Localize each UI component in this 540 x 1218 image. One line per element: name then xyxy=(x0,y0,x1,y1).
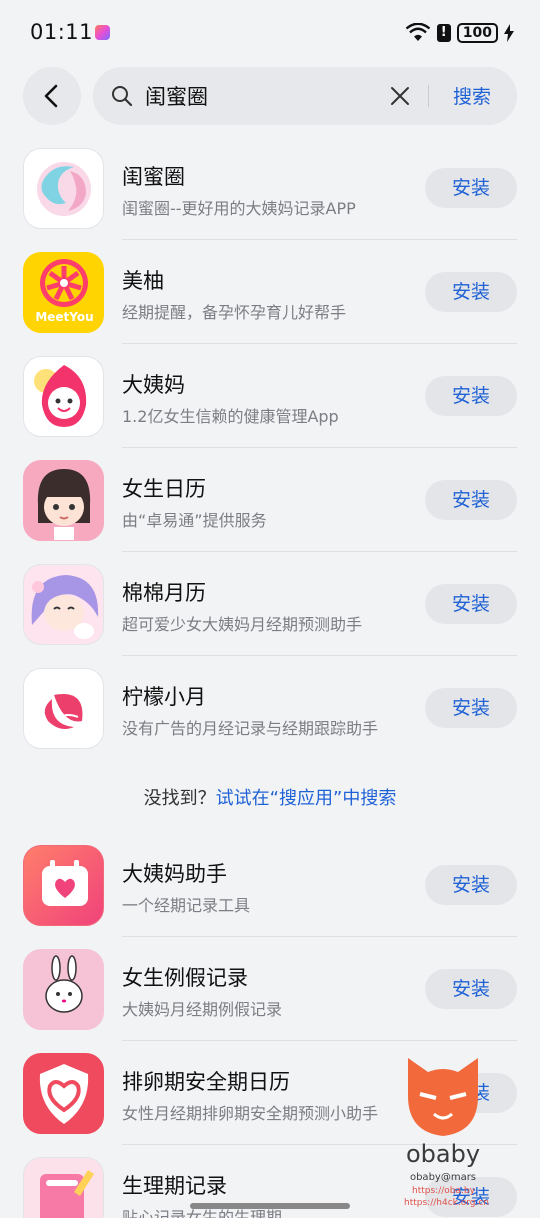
app-name: 大姨妈 xyxy=(122,373,185,397)
install-button[interactable]: 安装 xyxy=(425,376,517,416)
install-button[interactable]: 安装 xyxy=(425,969,517,1009)
app-icon-mianmian-yueli xyxy=(23,564,104,645)
app-icon-nvsheng-lijia xyxy=(23,949,104,1030)
divider xyxy=(122,655,517,656)
chevron-left-icon xyxy=(44,84,58,108)
install-button[interactable]: 安装 xyxy=(425,584,517,624)
watermark-handle: obaby@mars xyxy=(409,1172,477,1183)
divider xyxy=(122,1040,517,1041)
watermark: obaby obaby@mars https://oba.by https://… xyxy=(398,1052,489,1212)
list-item[interactable]: 棉棉月历 超可爱少女大姨妈月经期预测助手 安装 xyxy=(0,564,540,668)
home-indicator[interactable] xyxy=(190,1203,350,1209)
status-time: 01:11 xyxy=(30,20,94,44)
install-button[interactable]: 安装 xyxy=(425,865,517,905)
wifi-icon xyxy=(405,23,431,41)
install-button[interactable]: 安装 xyxy=(425,688,517,728)
app-name: 女生例假记录 xyxy=(122,966,248,990)
app-name: 排卵期安全期日历 xyxy=(122,1070,290,1094)
list-item[interactable]: 大姨妈 1.2亿女生信赖的健康管理App 安装 xyxy=(0,356,540,460)
app-desc: 由“卓易通”提供服务 xyxy=(122,511,267,530)
app-desc: 经期提醒，备孕怀孕育儿好帮手 xyxy=(122,303,347,322)
not-found-prefix: 没找到？ xyxy=(143,788,216,809)
app-name: 生理期记录 xyxy=(122,1174,227,1198)
divider xyxy=(122,239,517,240)
status-bar: 01:11 ! 100 xyxy=(0,0,540,64)
alert-icon: ! xyxy=(436,24,451,42)
install-button[interactable]: 安装 xyxy=(425,272,517,312)
back-button[interactable] xyxy=(23,67,81,125)
status-icons: ! 100 xyxy=(405,22,514,44)
divider xyxy=(122,551,517,552)
watermark-url: https://oba.by xyxy=(412,1186,475,1196)
app-icon-meetyou: MeetYou xyxy=(23,252,104,333)
app-name: 美柚 xyxy=(122,269,164,293)
app-desc: 超可爱少女大姨妈月经期预测助手 xyxy=(122,615,363,634)
notification-app-icon xyxy=(95,25,110,40)
list-item[interactable]: 大姨妈助手 一个经期记录工具 安装 xyxy=(0,845,540,949)
search-apps-link[interactable]: 试试在“搜应用”中搜索 xyxy=(216,788,397,809)
close-icon[interactable] xyxy=(390,86,410,106)
install-button[interactable]: 安装 xyxy=(425,168,517,208)
search-bar: 搜索 xyxy=(93,67,517,125)
meetyou-logo-text: MeetYou xyxy=(35,310,94,324)
search-button[interactable]: 搜索 xyxy=(453,82,491,109)
battery-icon: 100 xyxy=(456,23,498,43)
watermark-brand: obaby xyxy=(405,1140,481,1168)
app-name: 大姨妈助手 xyxy=(122,862,227,886)
watermark-url: https://h4ck.org.cn xyxy=(404,1198,489,1208)
install-button[interactable]: 安装 xyxy=(425,480,517,520)
app-icon-dayima-zhushou xyxy=(23,845,104,926)
search-input[interactable] xyxy=(145,79,375,113)
app-name: 女生日历 xyxy=(122,477,206,501)
app-icon-dayima xyxy=(23,356,104,437)
app-icon-pailuanqi-rili xyxy=(23,1053,104,1134)
app-desc: 一个经期记录工具 xyxy=(122,896,251,915)
charging-icon xyxy=(504,24,514,42)
search-icon xyxy=(112,86,133,107)
app-desc: 大姨妈月经期例假记录 xyxy=(122,1000,283,1019)
search-divider xyxy=(428,85,429,107)
app-name: 棉棉月历 xyxy=(122,581,206,605)
app-icon-guimiquan xyxy=(23,148,104,229)
app-desc: 女性月经期排卵期安全期预测小助手 xyxy=(122,1104,379,1123)
list-item[interactable]: MeetYou 美柚 经期提醒，备孕怀孕育儿好帮手 安装 xyxy=(0,252,540,356)
divider xyxy=(122,343,517,344)
not-found-hint: 没找到？试试在“搜应用”中搜索 xyxy=(0,784,540,810)
app-desc: 闺蜜圈--更好用的大姨妈记录APP xyxy=(122,199,356,218)
app-name: 闺蜜圈 xyxy=(122,165,185,189)
fox-logo-icon xyxy=(408,1058,478,1136)
list-item[interactable]: 女生例假记录 大姨妈月经期例假记录 安装 xyxy=(0,949,540,1053)
divider xyxy=(122,447,517,448)
app-icon-ningmeng-xiaoyue xyxy=(23,668,104,749)
divider xyxy=(122,936,517,937)
app-icon-shengliqi-jilu xyxy=(23,1157,104,1218)
list-item[interactable]: 柠檬小月 没有广告的月经记录与经期跟踪助手 安装 xyxy=(0,668,540,772)
app-desc: 没有广告的月经记录与经期跟踪助手 xyxy=(122,719,379,738)
list-item[interactable]: 闺蜜圈 闺蜜圈--更好用的大姨妈记录APP 安装 xyxy=(0,148,540,252)
app-icon-nvsheng-rili xyxy=(23,460,104,541)
app-desc: 1.2亿女生信赖的健康管理App xyxy=(122,407,339,426)
app-name: 柠檬小月 xyxy=(122,685,206,709)
list-item[interactable]: 女生日历 由“卓易通”提供服务 安装 xyxy=(0,460,540,564)
